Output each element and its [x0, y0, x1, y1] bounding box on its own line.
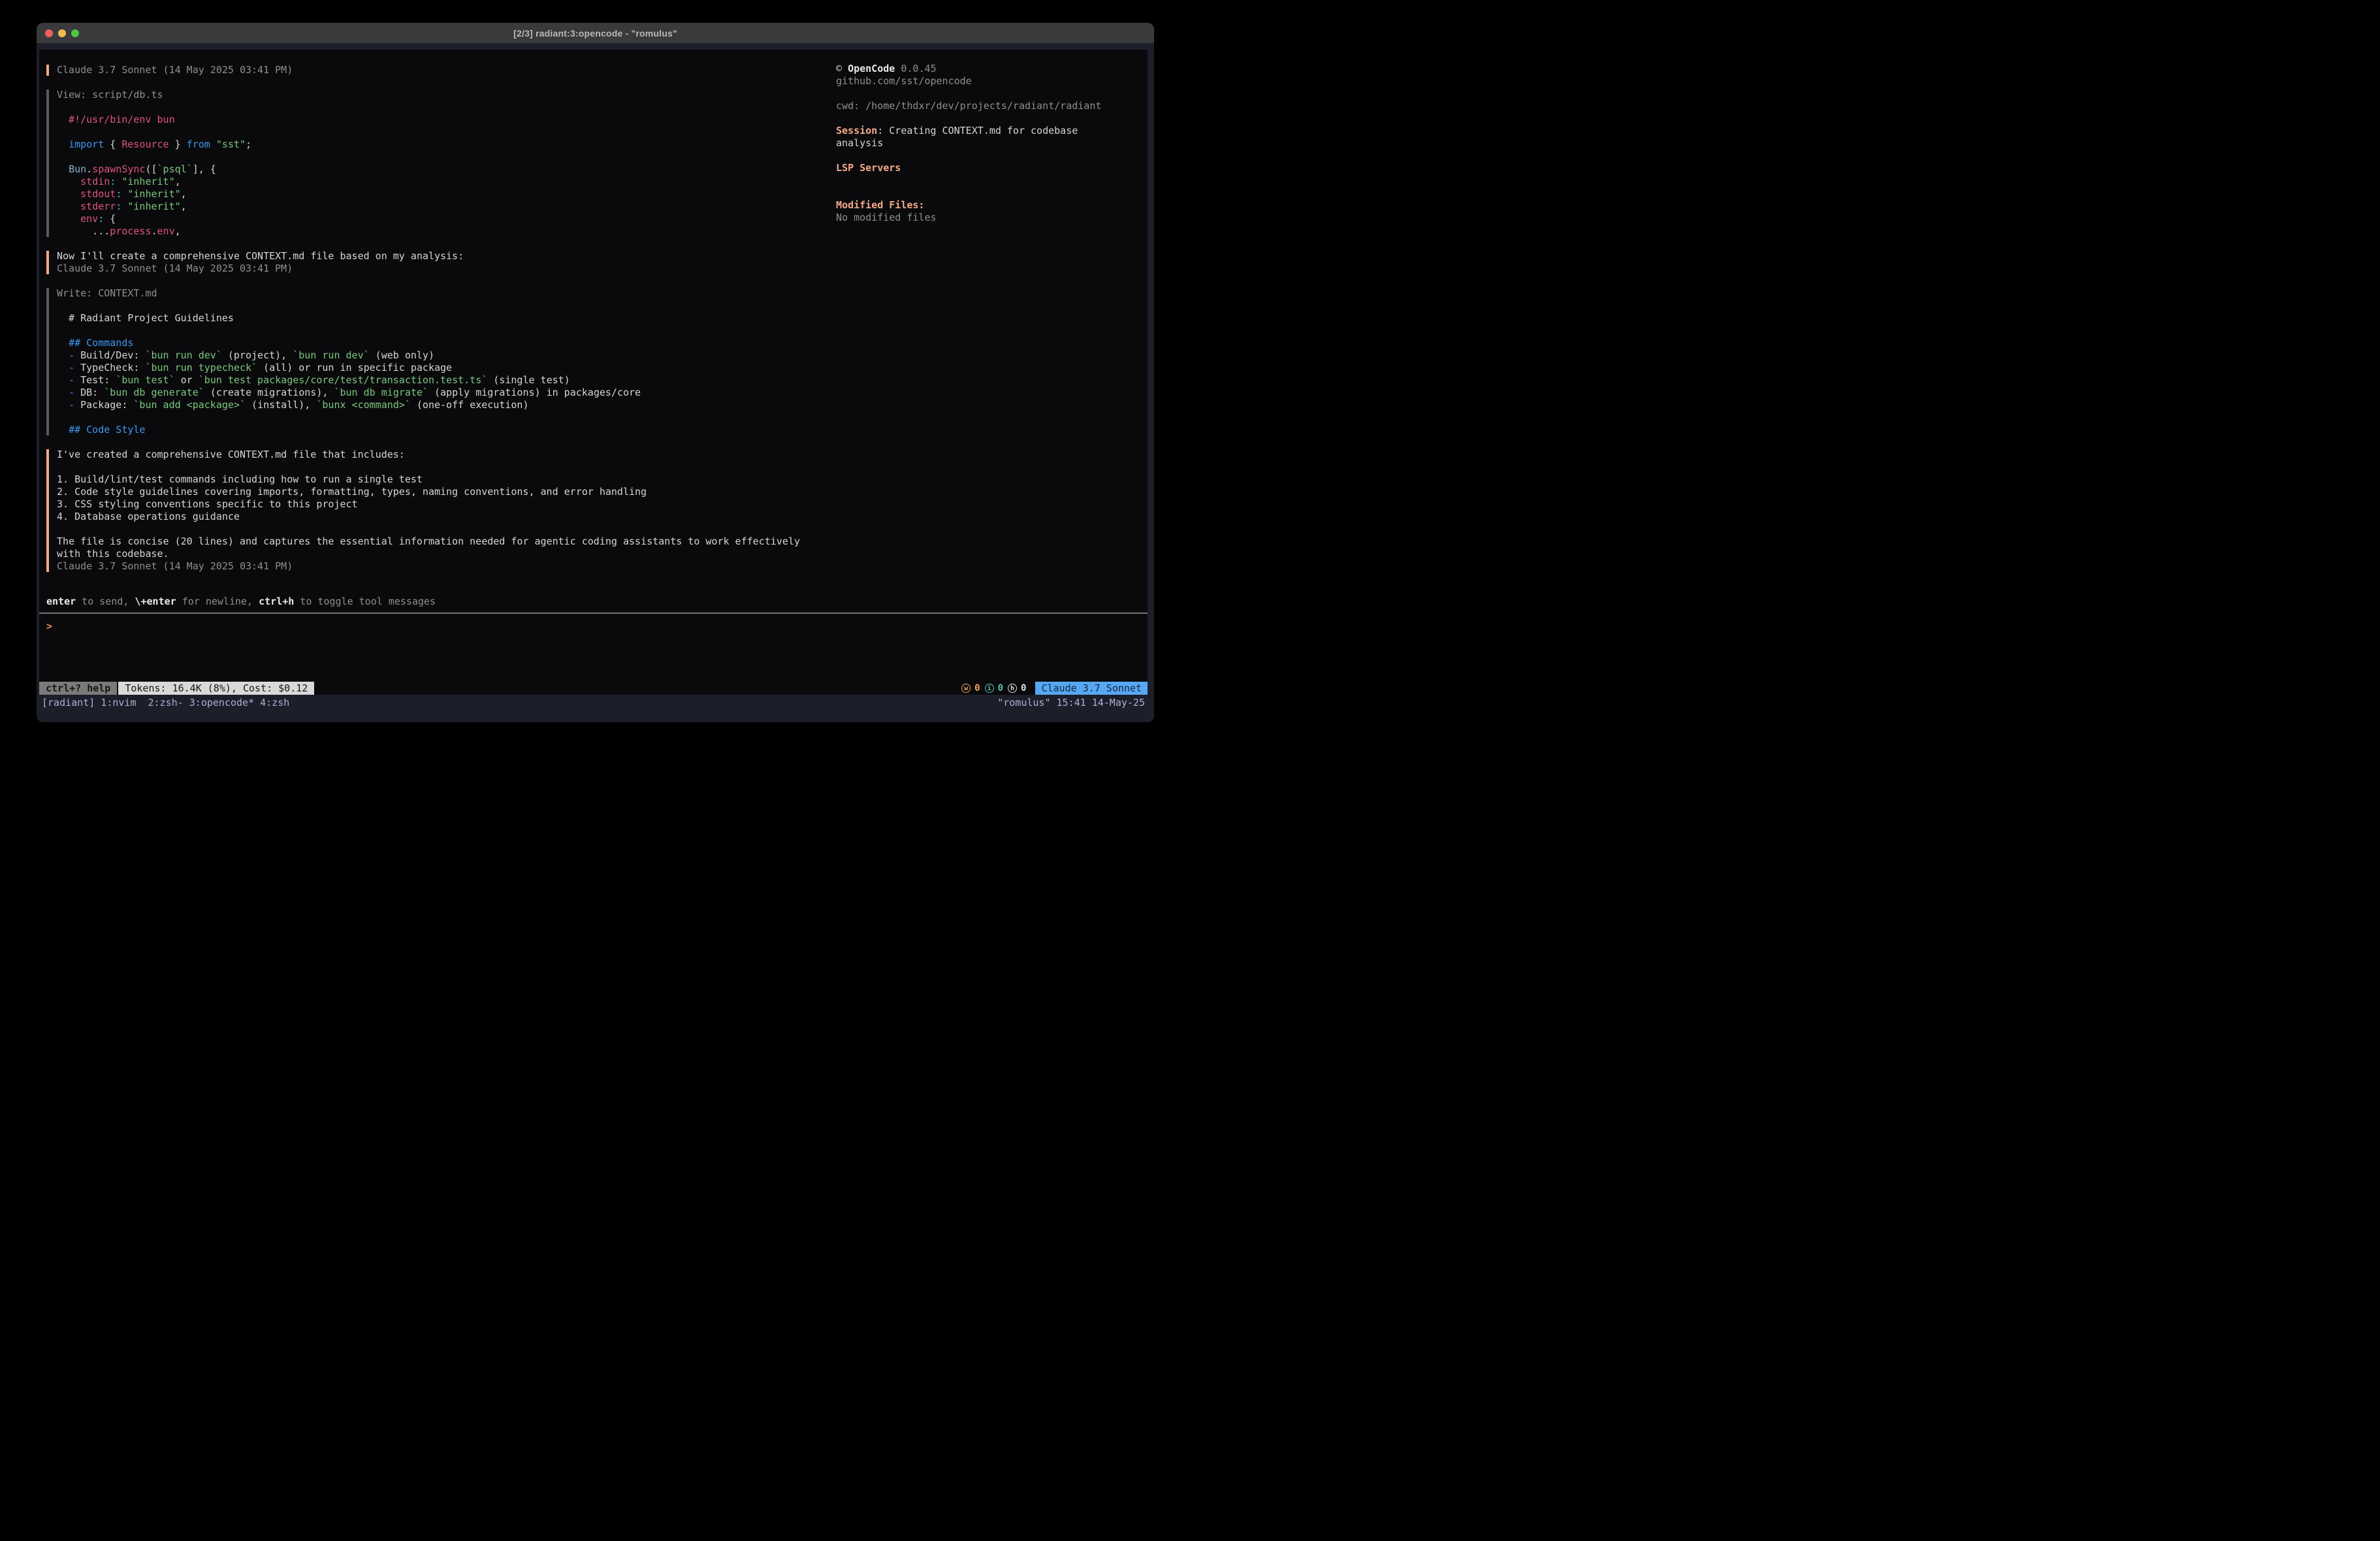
terminal-line: Claude 3.7 Sonnet (14 May 2025 03:41 PM) [57, 64, 831, 76]
keyboard-hints: enter to send, \+enter for newline, ctrl… [46, 596, 834, 608]
tokens-badge: Tokens: 16.4K (8%), Cost: $0.12 [118, 682, 314, 695]
terminal-line: github.com/sst/opencode [836, 75, 1140, 87]
tmux-session-time: "romulus" 15:41 14-May-25 [997, 696, 1145, 709]
message-block: Now I'll create a comprehensive CONTEXT.… [46, 250, 831, 275]
terminal-line: LSP Servers [836, 162, 1140, 174]
hint-circle-icon: h0 [1008, 683, 1026, 693]
minimize-window-button[interactable] [58, 29, 66, 37]
terminal-line [57, 411, 831, 424]
terminal-line: with this codebase. [57, 548, 831, 560]
tmux-window-list[interactable]: [radiant] 1:nvim 2:zsh- 3:opencode* 4:zs… [42, 696, 289, 709]
statusbar-left: ctrl+? help Tokens: 16.4K (8%), Cost: $0… [39, 682, 314, 695]
terminal-line [57, 461, 831, 473]
terminal-line: View: script/db.ts [57, 89, 831, 101]
terminal-line [57, 126, 831, 138]
terminal-line [836, 87, 1140, 100]
chat-transcript: Claude 3.7 Sonnet (14 May 2025 03:41 PM)… [39, 50, 831, 590]
terminal-line: Session: Creating CONTEXT.md for codebas… [836, 125, 1140, 137]
terminal-line: - Build/Dev: `bun run dev` (project), `b… [57, 349, 831, 362]
opencode-panel: Claude 3.7 Sonnet (14 May 2025 03:41 PM)… [39, 50, 1148, 695]
prompt-input[interactable]: > [46, 620, 834, 633]
message-block: Write: CONTEXT.md # Radiant Project Guid… [46, 287, 831, 436]
terminal-line [57, 101, 831, 114]
traffic-lights [45, 23, 79, 43]
terminal-line: analysis [836, 137, 1140, 150]
terminal-line [57, 523, 831, 535]
terminal-line: - TypeCheck: `bun run typecheck` (all) o… [57, 362, 831, 374]
terminal-line: stdout: "inherit", [57, 188, 831, 200]
terminal-line: cwd: /home/thdxr/dev/projects/radiant/ra… [836, 100, 1140, 112]
terminal-line: - Package: `bun add <package>` (install)… [57, 399, 831, 411]
terminal-line [836, 112, 1140, 125]
terminal-line: Modified Files: [836, 199, 1140, 212]
help-badge[interactable]: ctrl+? help [39, 682, 117, 695]
terminal-line [57, 300, 831, 312]
terminal-line [57, 325, 831, 337]
terminal-line: 4. Database operations guidance [57, 511, 831, 523]
terminal-line: - DB: `bun db generate` (create migratio… [57, 387, 831, 399]
terminal-line: I've created a comprehensive CONTEXT.md … [57, 449, 831, 461]
terminal-line: Now I'll create a comprehensive CONTEXT.… [57, 250, 831, 262]
terminal-line [836, 174, 1140, 187]
statusbar-right: w0 i0 h0 Claude 3.7 Sonnet [961, 682, 1148, 695]
terminal-line: Bun.spawnSync([`psql`], { [57, 163, 831, 176]
terminal-line: env: { [57, 213, 831, 225]
terminal-line: No modified files [836, 212, 1140, 224]
message-block: View: script/db.ts #!/usr/bin/env bun im… [46, 89, 831, 238]
terminal-line: 1. Build/lint/test commands including ho… [57, 473, 831, 486]
terminal-content: Claude 3.7 Sonnet (14 May 2025 03:41 PM)… [37, 43, 1154, 722]
terminal-line [836, 187, 1140, 199]
terminal-line: ...process.env, [57, 225, 831, 238]
terminal-line: 2. Code style guidelines covering import… [57, 486, 831, 498]
window-title: [2/3] radiant:3:opencode - "romulus" [513, 28, 677, 39]
status-sidebar: © OpenCode 0.0.45github.com/sst/opencode… [836, 63, 1140, 224]
terminal-line: # Radiant Project Guidelines [57, 312, 831, 325]
model-badge[interactable]: Claude 3.7 Sonnet [1035, 682, 1148, 695]
terminal-line: 3. CSS styling conventions specific to t… [57, 498, 831, 511]
terminal-line: #!/usr/bin/env bun [57, 114, 831, 126]
terminal-window: [2/3] radiant:3:opencode - "romulus" Cla… [37, 23, 1154, 722]
message-block: I've created a comprehensive CONTEXT.md … [46, 449, 831, 573]
tmux-statusbar: [radiant] 1:nvim 2:zsh- 3:opencode* 4:zs… [39, 695, 1148, 722]
terminal-line: - Test: `bun test` or `bun test packages… [57, 374, 831, 387]
warning-circle-icon: w0 [961, 683, 980, 693]
terminal-line: Claude 3.7 Sonnet (14 May 2025 03:41 PM) [57, 262, 831, 275]
terminal-line: > [46, 620, 834, 633]
terminal-line: stdin: "inherit", [57, 176, 831, 188]
terminal-line: Claude 3.7 Sonnet (14 May 2025 03:41 PM) [57, 560, 831, 573]
opencode-statusbar: ctrl+? help Tokens: 16.4K (8%), Cost: $0… [39, 682, 1148, 695]
zoom-window-button[interactable] [71, 29, 79, 37]
terminal-line: enter to send, \+enter for newline, ctrl… [46, 596, 834, 608]
terminal-line: stderr: "inherit", [57, 200, 831, 213]
terminal-line: Write: CONTEXT.md [57, 287, 831, 300]
terminal-line [836, 150, 1140, 162]
terminal-line: © OpenCode 0.0.45 [836, 63, 1140, 75]
terminal-line [57, 151, 831, 163]
input-separator [39, 612, 1148, 614]
terminal-line: ## Code Style [57, 424, 831, 436]
window-titlebar[interactable]: [2/3] radiant:3:opencode - "romulus" [37, 23, 1154, 44]
terminal-line: import { Resource } from "sst"; [57, 138, 831, 151]
terminal-line: ## Commands [57, 337, 831, 349]
close-window-button[interactable] [45, 29, 53, 37]
diagnostics-counters: w0 i0 h0 [961, 683, 1026, 693]
terminal-line: The file is concise (20 lines) and captu… [57, 535, 831, 548]
info-circle-icon: i0 [985, 683, 1003, 693]
message-block: Claude 3.7 Sonnet (14 May 2025 03:41 PM) [46, 64, 831, 76]
